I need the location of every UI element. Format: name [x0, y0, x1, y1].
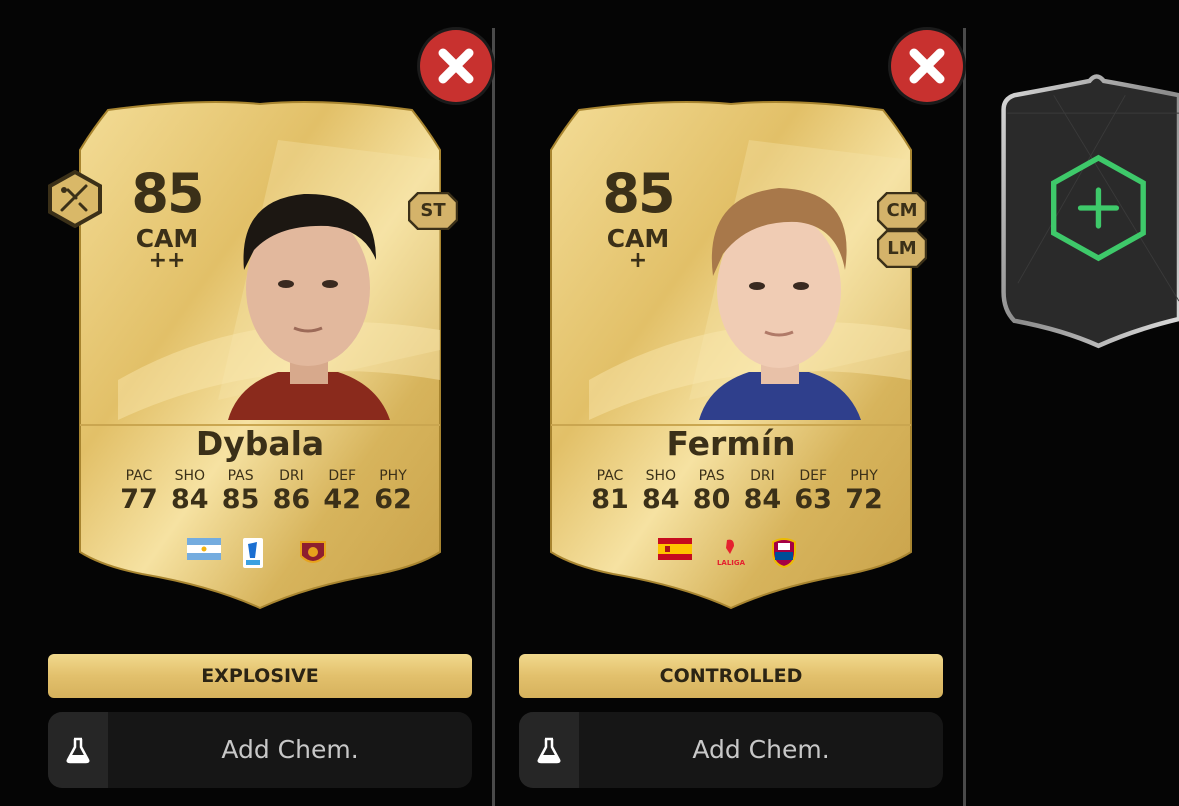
playstyle-plus-count: + [628, 248, 648, 273]
card-badges: LALIGA [549, 538, 913, 568]
player-rating: 85 [131, 162, 204, 225]
player-photo [699, 188, 861, 420]
close-x-icon [438, 48, 474, 84]
player-stats: PAC 81 SHO 84 PAS 80 DRI 84 DEF 63 PHY 72 [587, 468, 887, 516]
alt-position-badge: LM [877, 230, 927, 268]
stat-pac: PAC 77 [120, 468, 158, 515]
add-chem-button[interactable]: Add Chem. [48, 712, 472, 788]
remove-player-button[interactable] [891, 30, 963, 102]
card-badges [78, 538, 442, 568]
playstyle-button[interactable]: CONTROLLED [519, 654, 943, 698]
add-chem-label: Add Chem. [221, 735, 359, 764]
add-chem-label: Add Chem. [692, 735, 830, 764]
as-roma-icon [300, 541, 326, 563]
chem-icon-box [519, 712, 579, 788]
flask-icon [537, 737, 561, 764]
stat-phy: PHY 72 [845, 468, 883, 515]
stat-def: DEF 42 [323, 468, 361, 515]
player-card[interactable]: 85 CAM + CM LM Fermín PAC 81 SHO 84 PAS 80 … [549, 100, 927, 610]
stat-pas: PAS 80 [692, 468, 731, 515]
player-name: Fermín [666, 424, 796, 463]
svg-text:LALIGA: LALIGA [717, 559, 746, 567]
flask-icon [66, 737, 90, 764]
chem-icon-box [48, 712, 108, 788]
player-card[interactable]: 85 CAM ++ ST Dybala PAC 77 SHO 84 PAS 85 DR… [48, 100, 458, 610]
column-divider [963, 28, 966, 806]
stat-dri: DRI 86 [272, 468, 311, 515]
add-chem-button[interactable]: Add Chem. [519, 712, 943, 788]
remove-player-button[interactable] [420, 30, 492, 102]
playstyle-button[interactable]: EXPLOSIVE [48, 654, 472, 698]
stat-sho: SHO 84 [171, 468, 209, 515]
player-slot-2: 85 CAM + CM LM Fermín PAC 81 SHO 84 PAS 80 … [495, 0, 963, 806]
player-slot-1: 85 CAM ++ ST Dybala PAC 77 SHO 84 PAS 85 DR… [0, 0, 492, 806]
argentina-flag-icon [187, 538, 221, 560]
playstyle-plus-count: ++ [148, 248, 186, 273]
stat-sho: SHO 84 [642, 468, 680, 515]
laliga-icon: LALIGA [717, 539, 746, 567]
alt-position-badge: CM [877, 192, 927, 230]
spain-flag-icon [658, 538, 692, 560]
player-rating: 85 [602, 162, 675, 225]
player-stats: PAC 77 SHO 84 PAS 85 DRI 86 DEF 42 PHY 62 [116, 468, 416, 516]
stat-dri: DRI 84 [743, 468, 782, 515]
player-photo [228, 193, 390, 420]
player-name: Dybala [195, 424, 325, 463]
playmaker-tactic-icon [48, 170, 102, 228]
stat-pac: PAC 81 [591, 468, 629, 515]
alt-position-badge: ST [408, 192, 458, 230]
fc-barcelona-icon [772, 538, 796, 568]
stat-phy: PHY 62 [374, 468, 412, 515]
close-x-icon [909, 48, 945, 84]
stat-pas: PAS 85 [221, 468, 260, 515]
stat-def: DEF 63 [794, 468, 832, 515]
serie-a-icon [243, 538, 263, 568]
add-player-card[interactable] [1000, 52, 1179, 364]
